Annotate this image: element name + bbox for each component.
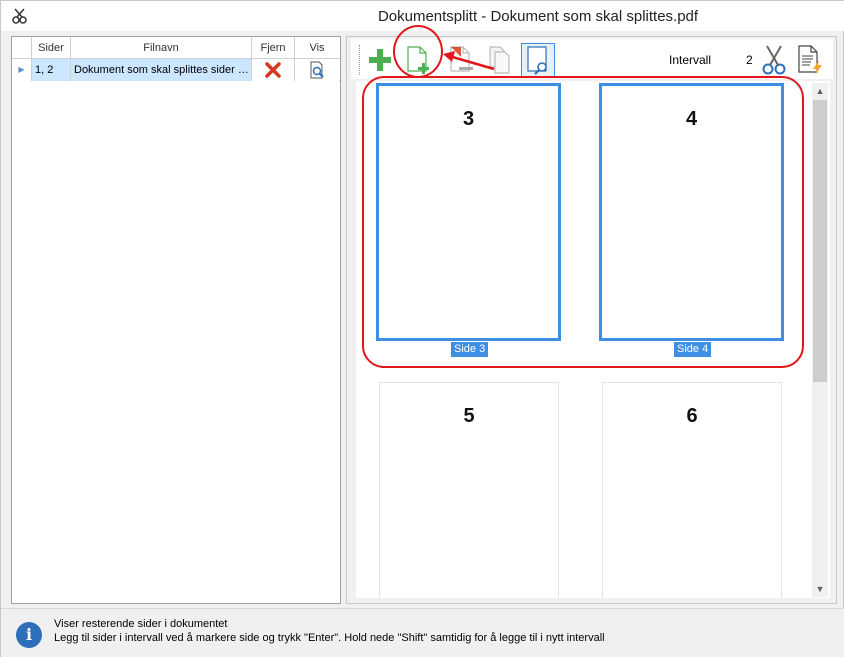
page-thumbnail[interactable]: 6	[602, 382, 782, 598]
column-header-sider[interactable]: Sider	[32, 37, 71, 59]
column-header-vis[interactable]: Vis	[295, 37, 339, 59]
column-header-filnavn[interactable]: Filnavn	[71, 37, 252, 59]
dokumentsplitt-window: Dokumentsplitt - Dokument som skal split…	[0, 0, 844, 657]
remove-x-icon	[265, 62, 281, 78]
scroll-thumb[interactable]	[813, 100, 827, 382]
preview-page-button[interactable]	[521, 43, 555, 77]
window-title: Dokumentsplitt - Dokument som skal split…	[377, 8, 699, 25]
interval-value: 2	[746, 53, 753, 67]
status-bar: i Viser resterende sider i dokumentet Le…	[1, 608, 844, 657]
add-interval-button[interactable]	[363, 43, 397, 77]
execute-split-button[interactable]	[793, 43, 827, 77]
table-row[interactable]: ▶ 1, 2 Dokument som skal splittes sider …	[12, 59, 340, 81]
remove-interval-button[interactable]	[252, 59, 295, 81]
vertical-scrollbar[interactable]: ▲ ▼	[812, 83, 828, 597]
page-number: 5	[463, 405, 475, 427]
view-interval-button[interactable]	[295, 59, 339, 81]
scissors-icon	[762, 45, 786, 75]
page-number: 6	[686, 405, 698, 427]
info-icon: i	[16, 622, 42, 648]
highlight-circle-annotation	[393, 25, 443, 78]
toolbar-grip	[359, 45, 360, 75]
status-hint: Legg til sider i intervall ved å markere…	[54, 632, 605, 644]
row-selector-header	[12, 37, 32, 59]
arrow-annotation-icon	[443, 51, 495, 71]
status-message: Viser resterende sider i dokumentet	[54, 618, 228, 630]
interval-grid: Sider Filnavn Fjern Vis ▶ 1, 2 Dokument …	[11, 36, 341, 604]
scroll-down-icon[interactable]: ▼	[812, 581, 828, 597]
column-header-fjern[interactable]: Fjern	[252, 37, 295, 59]
scroll-up-icon[interactable]: ▲	[812, 83, 828, 99]
cell-sider[interactable]: 1, 2	[32, 59, 71, 81]
cell-filnavn[interactable]: Dokument som skal splittes sider 1-2	[71, 59, 252, 81]
document-lightning-icon	[798, 45, 822, 75]
highlight-rectangle-annotation	[362, 76, 804, 368]
page-thumbnail[interactable]: 5	[379, 382, 559, 598]
interval-label: Intervall	[669, 53, 712, 67]
grid-header: Sider Filnavn Fjern Vis	[12, 37, 340, 59]
magnify-page-icon	[310, 61, 324, 79]
plus-icon	[369, 49, 391, 71]
split-button[interactable]	[757, 43, 791, 77]
row-indicator: ▶	[12, 59, 32, 81]
magnify-page-icon	[527, 46, 547, 75]
